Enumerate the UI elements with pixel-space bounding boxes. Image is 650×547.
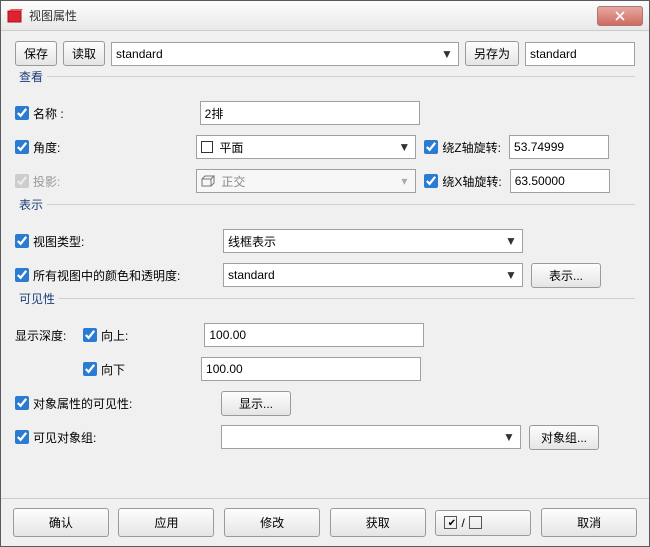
down-input[interactable] [201,357,421,381]
objvis-checkbox[interactable]: 对象属性的可见性: [15,395,175,412]
angle-checkbox[interactable]: 角度: [15,139,60,156]
chevron-down-icon: ▼ [504,268,518,282]
titlebar: 视图属性 [1,1,649,31]
colors-checkbox[interactable]: 所有视图中的颜色和透明度: [15,267,215,284]
name-input[interactable] [200,101,420,125]
viewtype-checkbox[interactable]: 视图类型: [15,233,215,250]
visibility-group: 可见性 显示深度: 向上: 向下 对象属性的可见性: 显示... 可见对象组: [15,298,635,452]
objgroup-button[interactable]: 对象组... [529,425,599,450]
chevron-down-icon: ▼ [504,234,518,248]
projection-combo: 正交 ▾ [196,169,416,193]
save-as-input[interactable] [525,42,635,66]
dialog-window: 视图属性 保存 读取 standard ▼ 另存为 查看 名称 : 角度 [0,0,650,547]
app-icon [7,8,23,24]
depth-label: 显示深度: [15,327,75,344]
load-button[interactable]: 读取 [63,41,105,66]
cube-icon [201,175,215,187]
viewtype-combo[interactable]: 线框表示 ▼ [223,229,523,253]
dialog-body: 保存 读取 standard ▼ 另存为 查看 名称 : 角度: [1,31,649,464]
rotz-input[interactable] [509,135,609,159]
objgroup-checkbox[interactable]: 可见对象组: [15,429,175,446]
rotx-input[interactable] [510,169,610,193]
checkbox-off-icon [469,516,482,529]
close-icon [615,11,625,21]
toggle-button[interactable]: / [435,510,531,536]
close-button[interactable] [597,6,643,26]
checkbox-on-icon [444,516,457,529]
chevron-down-icon: ▾ [397,174,411,188]
colors-combo[interactable]: standard ▼ [223,263,523,287]
display-group-title: 表示 [15,196,47,213]
angle-combo[interactable]: 平面 ▼ [196,135,416,159]
rotx-checkbox[interactable]: 绕X轴旋转: [424,173,501,190]
display-group: 表示 视图类型: 线框表示 ▼ 所有视图中的颜色和透明度: standard ▼… [15,204,635,290]
bottom-bar: 确认 应用 修改 获取 / 取消 [1,498,649,546]
modify-button[interactable]: 修改 [224,508,320,537]
view-group: 查看 名称 : 角度: 平面 ▼ 绕Z轴旋转: [15,76,635,196]
chevron-down-icon: ▼ [502,430,516,444]
get-button[interactable]: 获取 [330,508,426,537]
preset-combo[interactable]: standard ▼ [111,42,459,66]
ok-button[interactable]: 确认 [13,508,109,537]
up-input[interactable] [204,323,424,347]
plane-icon [201,141,213,153]
rotz-checkbox[interactable]: 绕Z轴旋转: [424,139,501,156]
chevron-down-icon: ▼ [397,140,411,154]
projection-checkbox: 投影: [15,173,60,190]
view-group-title: 查看 [15,68,47,85]
save-as-button[interactable]: 另存为 [465,41,519,66]
save-button[interactable]: 保存 [15,41,57,66]
objgroup-combo[interactable]: ▼ [221,425,521,449]
visibility-group-title: 可见性 [15,290,59,307]
cancel-button[interactable]: 取消 [541,508,637,537]
preset-value: standard [116,47,163,61]
name-checkbox[interactable]: 名称 : [15,105,64,122]
objvis-button[interactable]: 显示... [221,391,291,416]
window-title: 视图属性 [29,7,597,24]
toggle-icons: / [444,516,522,530]
apply-button[interactable]: 应用 [118,508,214,537]
preset-row: 保存 读取 standard ▼ 另存为 [15,41,635,66]
up-checkbox[interactable]: 向上: [83,327,128,344]
display-settings-button[interactable]: 表示... [531,263,601,288]
down-checkbox[interactable]: 向下 [83,361,125,378]
chevron-down-icon: ▼ [440,47,454,61]
